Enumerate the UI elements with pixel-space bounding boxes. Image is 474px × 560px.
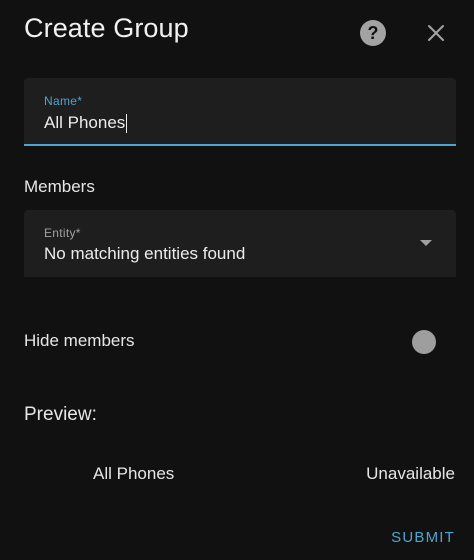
preview-entity-name: All Phones <box>93 464 175 483</box>
submit-button[interactable]: SUBMIT <box>391 529 455 546</box>
dialog-title: Create Group <box>24 13 189 43</box>
name-field-label: Name* <box>44 94 83 108</box>
hide-members-toggle[interactable] <box>412 330 436 354</box>
text-caret <box>126 114 128 133</box>
preview-label: Preview: <box>24 404 97 425</box>
name-field[interactable]: Name* <box>24 78 456 146</box>
phone-icon <box>32 458 62 488</box>
preview-state: Unavailable <box>366 464 455 483</box>
help-icon[interactable]: ? <box>360 20 386 46</box>
name-input[interactable] <box>44 112 434 134</box>
members-label: Members <box>24 177 95 196</box>
entity-value: No matching entities found <box>44 244 246 263</box>
entity-field-label: Entity* <box>44 226 81 240</box>
create-group-dialog: Create Group ? Name* Members Entity* No … <box>0 0 474 560</box>
close-icon[interactable] <box>424 21 448 45</box>
chevron-down-icon[interactable] <box>420 240 432 246</box>
hide-members-label: Hide members <box>24 331 135 350</box>
entity-picker[interactable]: Entity* No matching entities found <box>24 210 456 277</box>
help-glyph: ? <box>367 22 379 43</box>
